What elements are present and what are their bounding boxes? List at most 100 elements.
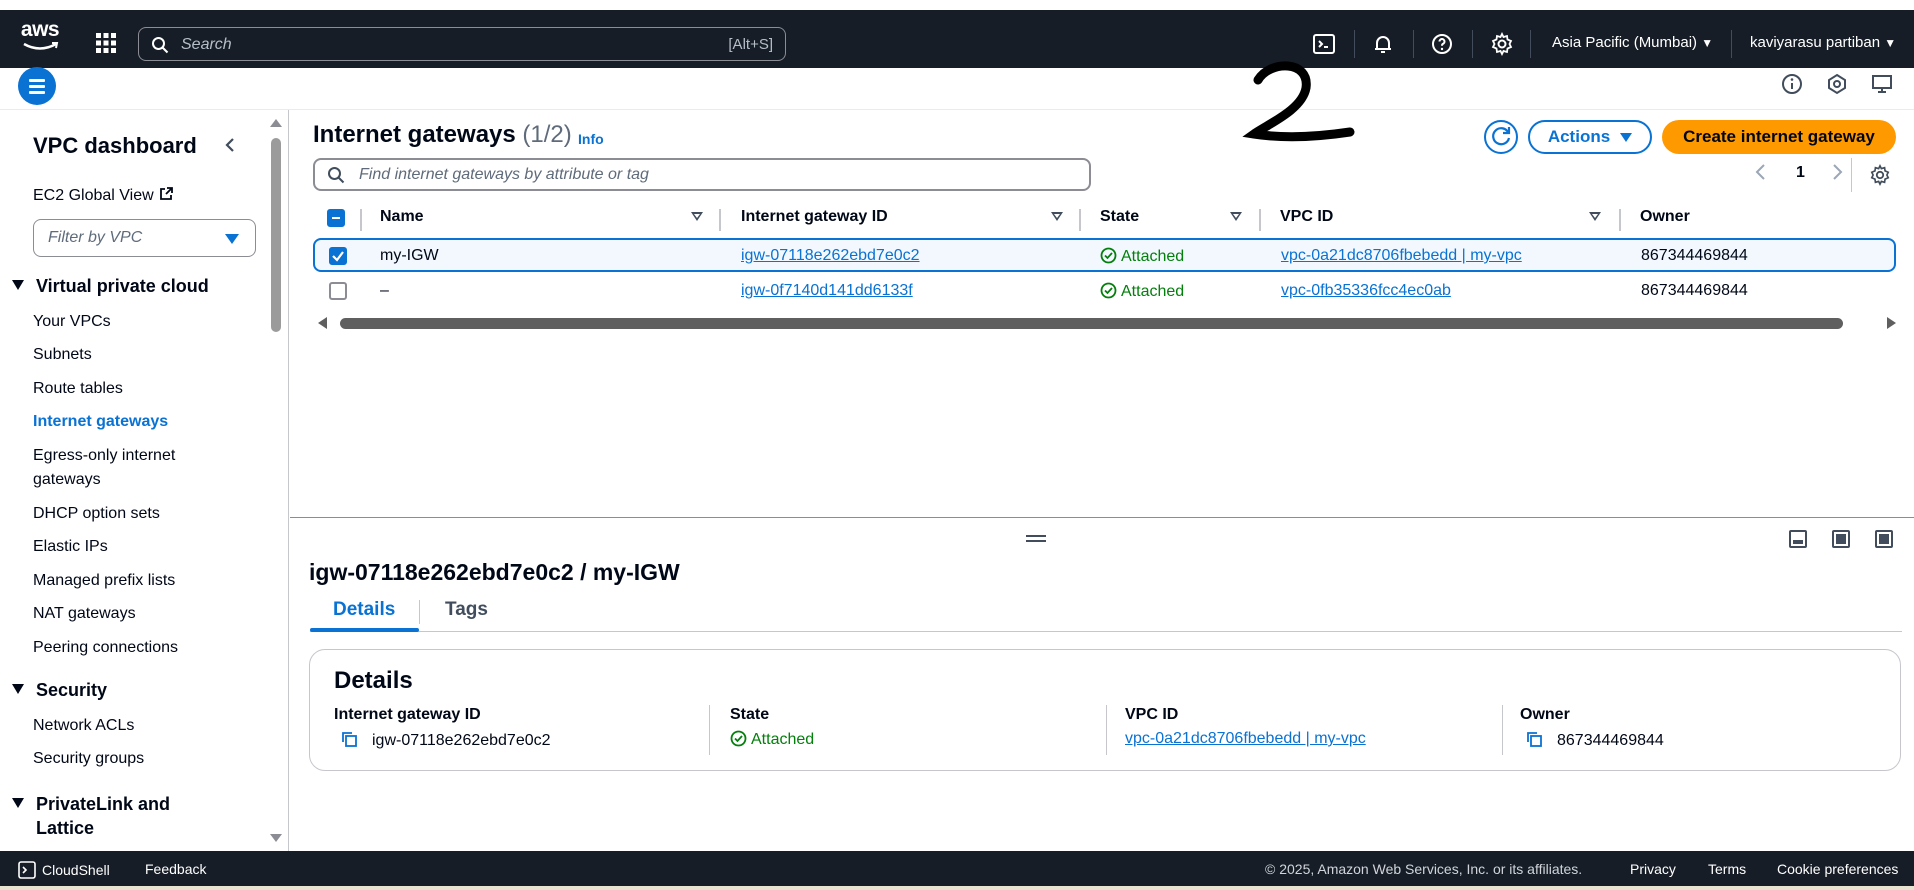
scroll-left-icon[interactable] <box>318 317 327 329</box>
chevron-left-icon[interactable] <box>220 135 240 155</box>
actions-button[interactable]: Actions <box>1528 120 1652 154</box>
external-link-icon <box>160 187 174 200</box>
row-checkbox[interactable] <box>329 247 347 265</box>
scroll-right-icon[interactable] <box>1887 317 1896 329</box>
footer-terms-link[interactable]: Terms <box>1708 861 1746 877</box>
table-preferences-gear-icon[interactable] <box>1869 164 1891 186</box>
grid-icon[interactable] <box>95 32 117 54</box>
create-internet-gateway-button[interactable]: Create internet gateway <box>1662 120 1896 154</box>
sidebar-item-dhcp-option-sets[interactable]: DHCP option sets <box>33 502 160 526</box>
column-header-owner[interactable]: Owner <box>1640 208 1690 226</box>
row-checkbox[interactable] <box>329 282 347 300</box>
footer-cookie-preferences-link[interactable]: Cookie preferences <box>1777 861 1898 877</box>
sidebar-item-your-vpcs[interactable]: Your VPCs <box>33 310 111 334</box>
section-security[interactable]: Security <box>12 680 107 701</box>
sort-icon[interactable] <box>1230 212 1242 221</box>
cell-internet-gateway-id-link[interactable]: igw-0f7140d141dd6133f <box>741 282 913 300</box>
chevron-right-icon[interactable] <box>1830 162 1844 182</box>
info-icon[interactable] <box>1780 72 1804 96</box>
security-settings-icon[interactable] <box>1825 72 1849 96</box>
panel-bottom-icon[interactable] <box>1789 530 1807 548</box>
tab-details[interactable]: Details <box>333 599 395 621</box>
caret-down-icon <box>12 684 24 695</box>
cell-owner: 867344469844 <box>1641 247 1748 264</box>
section-privatelink-and-lattice[interactable]: PrivateLink and Lattice <box>12 792 232 840</box>
state-text: Attached <box>1121 283 1185 300</box>
search-icon <box>328 167 345 184</box>
sort-icon[interactable] <box>691 212 703 221</box>
sidebar-item-route-tables[interactable]: Route tables <box>33 377 123 401</box>
scroll-up-icon[interactable] <box>269 116 283 128</box>
aws-logo[interactable]: aws <box>18 19 62 60</box>
actions-label: Actions <box>1547 127 1611 146</box>
sidebar-scrollbar[interactable] <box>269 110 283 851</box>
sidebar-item-egress-only-internet-gateways[interactable]: Egress-only internet gateways <box>33 444 233 492</box>
display-settings-icon[interactable] <box>1870 72 1894 96</box>
sidebar-item-managed-prefix-lists[interactable]: Managed prefix lists <box>33 569 175 593</box>
field-value-vpc-id-link[interactable]: vpc-0a21dc8706fbebedd | my-vpc <box>1125 730 1366 748</box>
success-check-icon <box>1100 247 1117 264</box>
search-icon <box>152 37 169 54</box>
table-row[interactable]: my-IGW igw-07118e262ebd7e0c2 Attached vp… <box>313 238 1896 272</box>
select-all-checkbox[interactable] <box>327 209 345 227</box>
sort-icon[interactable] <box>1051 212 1063 221</box>
info-link[interactable]: Info <box>578 131 604 147</box>
copy-icon[interactable] <box>340 730 358 748</box>
caret-down-icon <box>1620 133 1633 143</box>
bell-icon[interactable] <box>1371 32 1395 56</box>
global-search-input[interactable]: Search [Alt+S] <box>138 27 786 61</box>
field-value-owner: 867344469844 <box>1525 730 1664 750</box>
column-header-vpc-id[interactable]: VPC ID <box>1280 208 1333 226</box>
aws-smile-icon <box>23 42 59 50</box>
scroll-down-icon[interactable] <box>269 833 283 845</box>
column-header-name[interactable]: Name <box>380 208 424 226</box>
sidebar-item-ec2-global-view[interactable]: EC2 Global View <box>33 184 174 208</box>
field-value-state: Attached <box>730 730 814 749</box>
sort-icon[interactable] <box>1589 212 1601 221</box>
table-filter-input[interactable]: Find internet gateways by attribute or t… <box>313 158 1091 191</box>
sidebar-item-elastic-ips[interactable]: Elastic IPs <box>33 535 108 559</box>
sidebar-item-security-groups[interactable]: Security groups <box>33 747 144 771</box>
page-number[interactable]: 1 <box>1796 164 1805 182</box>
cell-vpc-id-link[interactable]: vpc-0fb35336fcc4ec0ab <box>1281 282 1451 300</box>
sidebar-item-nat-gateways[interactable]: NAT gateways <box>33 602 136 626</box>
gear-icon[interactable] <box>1490 32 1514 56</box>
scrollbar-thumb[interactable] <box>340 318 1843 329</box>
footer-feedback[interactable]: Feedback <box>145 861 206 877</box>
panel-full-icon[interactable] <box>1875 530 1893 548</box>
caret-down-icon <box>225 234 239 244</box>
sidebar-item-network-acls[interactable]: Network ACLs <box>33 714 134 738</box>
scrollbar-thumb[interactable] <box>271 138 281 332</box>
cell-state: Attached <box>1100 247 1184 266</box>
section-virtual-private-cloud[interactable]: Virtual private cloud <box>12 276 209 297</box>
resize-handle-icon[interactable] <box>1026 535 1046 542</box>
split-panel-divider <box>290 517 1914 518</box>
panel-side-icon[interactable] <box>1832 530 1850 548</box>
cell-vpc-id-link[interactable]: vpc-0a21dc8706fbebedd | my-vpc <box>1281 247 1522 265</box>
chevron-left-icon[interactable] <box>1754 162 1768 182</box>
refresh-button[interactable] <box>1484 120 1518 154</box>
region-selector[interactable]: Asia Pacific (Mumbai) ▼ <box>1552 34 1713 51</box>
navigation-menu-button[interactable] <box>18 67 56 105</box>
account-menu[interactable]: kaviyarasu partiban ▼ <box>1750 34 1896 51</box>
sidebar-item-internet-gateways[interactable]: Internet gateways <box>33 410 168 434</box>
footer-cloudshell-label: CloudShell <box>42 862 110 878</box>
column-header-state[interactable]: State <box>1100 208 1139 226</box>
help-icon[interactable] <box>1430 32 1454 56</box>
table-row[interactable]: – igw-0f7140d141dd6133f Attached vpc-0fb… <box>313 274 1896 308</box>
sidebar-item-peering-connections[interactable]: Peering connections <box>33 636 178 660</box>
filter-by-vpc-select[interactable]: Filter by VPC <box>33 219 256 257</box>
table-horizontal-scrollbar[interactable] <box>318 315 1896 331</box>
tab-tags[interactable]: Tags <box>445 599 488 621</box>
footer-cloudshell[interactable]: CloudShell <box>18 861 110 879</box>
cloudshell-icon[interactable] <box>1312 32 1336 56</box>
footer-privacy-link[interactable]: Privacy <box>1630 861 1676 877</box>
column-header-internet-gateway-id[interactable]: Internet gateway ID <box>741 208 888 226</box>
cell-owner: 867344469844 <box>1641 282 1748 299</box>
sidebar-title[interactable]: VPC dashboard <box>33 133 197 159</box>
copy-icon[interactable] <box>1525 730 1543 748</box>
cell-internet-gateway-id-link[interactable]: igw-07118e262ebd7e0c2 <box>741 247 920 265</box>
sidebar-item-subnets[interactable]: Subnets <box>33 343 92 367</box>
field-label-state: State <box>730 706 770 723</box>
cell-name: – <box>380 282 389 299</box>
